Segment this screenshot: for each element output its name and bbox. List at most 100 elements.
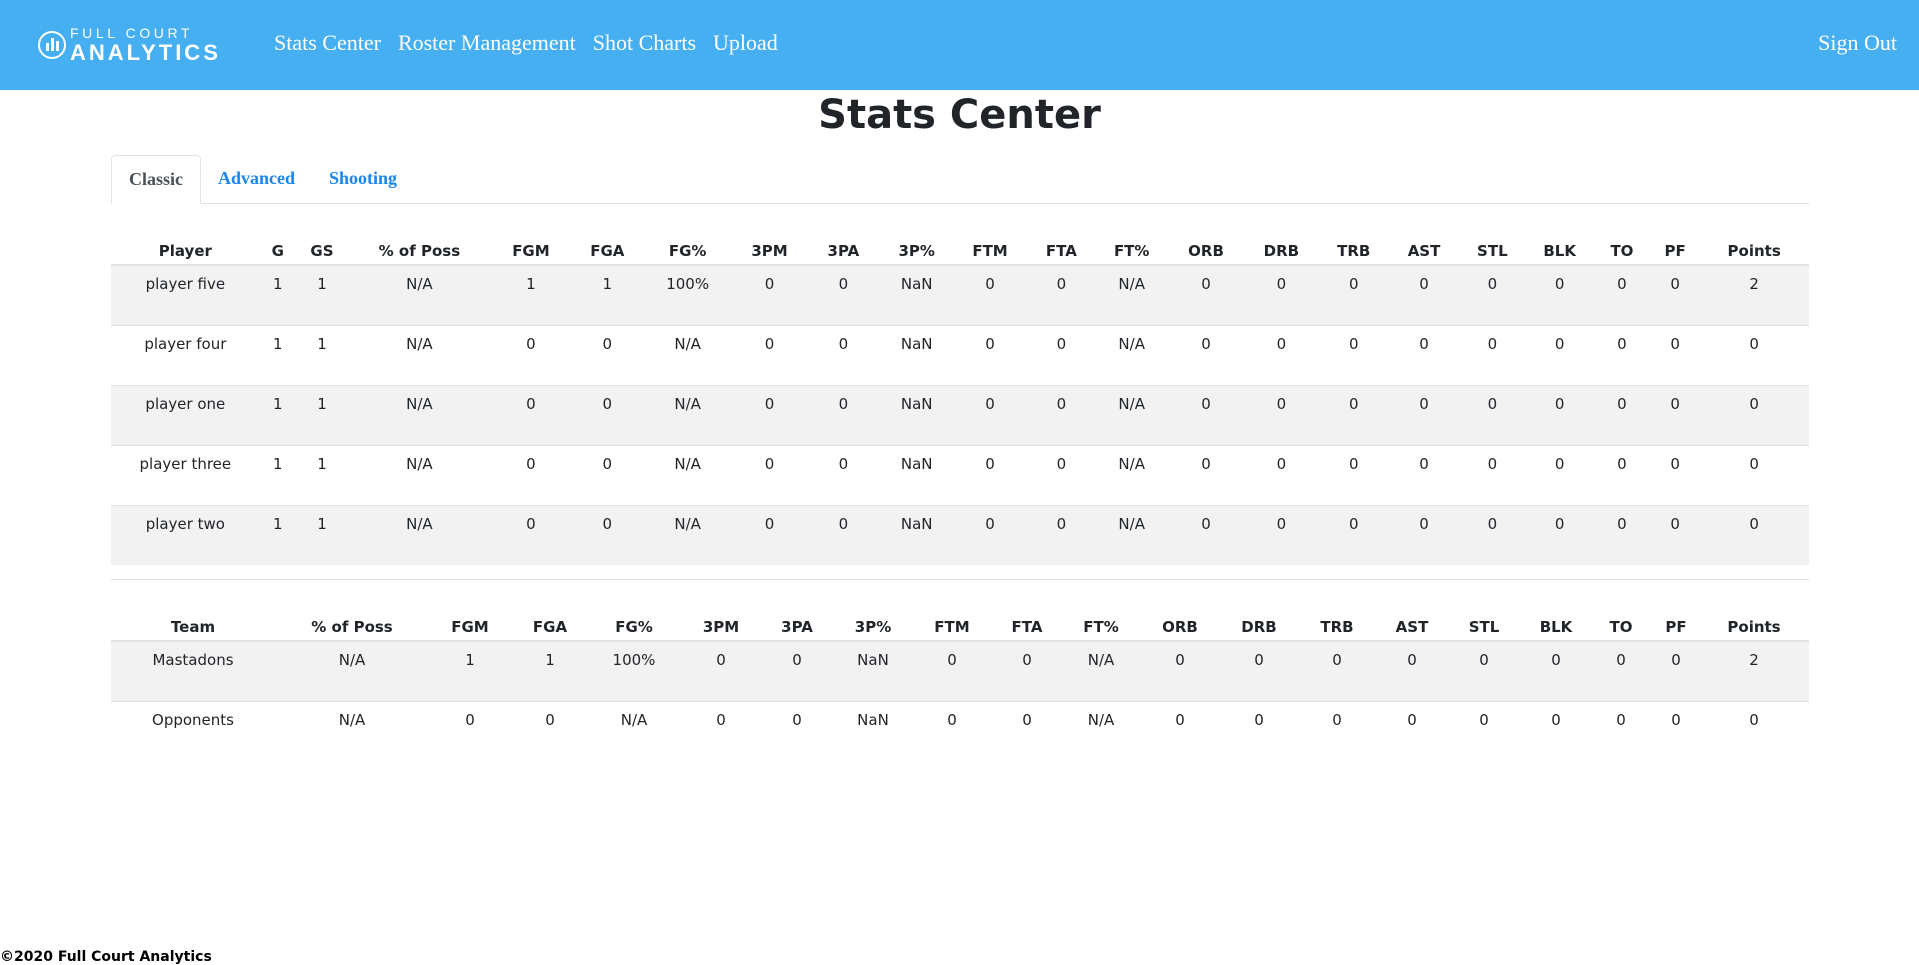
header-fga: FGA <box>511 606 589 642</box>
cell-pf: 0 <box>1671 651 1681 669</box>
header-team: Team <box>111 606 275 642</box>
header-fta: FTA <box>1026 230 1097 266</box>
header-fta: FTA <box>989 606 1065 642</box>
header-points: Points <box>1699 606 1809 642</box>
cell-fgpct: 100% <box>612 651 656 669</box>
cell-fgpct: N/A <box>643 384 732 445</box>
cell-3pa: 0 <box>807 324 880 385</box>
team-row: Mastadons N/A 1 1 100% 0 0 NaN 0 0 N/A 0 0 0 0 0 0 0 0 2 <box>111 641 1809 701</box>
cell-3ppct: NaN <box>900 275 933 293</box>
cell-drb: 0 <box>1254 651 1264 669</box>
cell-to: 0 <box>1592 444 1652 505</box>
cell-drb: 0 <box>1245 504 1318 565</box>
cell-fga: 1 <box>545 651 555 669</box>
cell-gs: 1 <box>295 324 349 385</box>
cell-to: 0 <box>1616 651 1626 669</box>
cell-fga: 0 <box>571 504 644 565</box>
tab-advanced[interactable]: Advanced <box>201 155 312 203</box>
cell-fgm: 0 <box>490 324 572 385</box>
cell-pf: 0 <box>1670 275 1680 293</box>
cell-fta: 0 <box>1026 324 1097 385</box>
header-fgm: FGM <box>490 230 572 266</box>
cell-3ppct: NaN <box>879 384 954 445</box>
cell-trb: 0 <box>1295 700 1379 761</box>
cell-drb: 0 <box>1245 444 1318 505</box>
cell-3pa: 0 <box>792 651 802 669</box>
cell-stl: 0 <box>1458 324 1527 385</box>
cell-blk: 0 <box>1526 324 1593 385</box>
nav-links: Stats Center Roster Management Shot Char… <box>274 30 795 56</box>
cell-orb: 0 <box>1166 324 1246 385</box>
cell-blk: 0 <box>1526 504 1593 565</box>
cell-fga: 0 <box>571 444 644 505</box>
cell-to: 0 <box>1589 700 1653 761</box>
cell-team: Opponents <box>111 700 275 761</box>
player-row: player two 1 1 N/A 0 0 N/A 0 0 NaN 0 0 N/A 0 0 0 0 0 0 0 0 0 <box>111 504 1809 565</box>
cell-ftpct: N/A <box>1065 700 1137 761</box>
header-stl: STL <box>1458 230 1527 266</box>
cell-orb: 0 <box>1166 504 1246 565</box>
brand-line2: ANALYTICS <box>70 40 221 65</box>
cell-fgpct: N/A <box>643 504 732 565</box>
cell-3pm: 0 <box>731 504 808 565</box>
cell-ftm: 0 <box>915 700 989 761</box>
cell-drb: 0 <box>1245 324 1318 385</box>
cell-orb: 0 <box>1166 444 1246 505</box>
header-fga: FGA <box>571 230 644 266</box>
nav-link-roster-management[interactable]: Roster Management <box>398 30 576 56</box>
cell-fga: 0 <box>571 384 644 445</box>
header-player: Player <box>111 230 260 266</box>
cell-ast: 0 <box>1389 384 1459 445</box>
cell-ast: 0 <box>1389 324 1459 385</box>
header-trb: TRB <box>1317 230 1390 266</box>
cell-3pm: 0 <box>764 275 775 293</box>
cell-ftm: 0 <box>953 324 1027 385</box>
cell-to: 0 <box>1592 384 1652 445</box>
cell-trb: 0 <box>1348 275 1359 293</box>
cell-trb: 0 <box>1317 384 1390 445</box>
player-stats-table: Player G GS% of Poss FGM FGA FG% 3PM 3PA 3P% FTM F… <box>111 230 1809 565</box>
cell-ftm: 0 <box>947 651 957 669</box>
cell-g: 1 <box>259 324 296 385</box>
cell-gs: 1 <box>295 444 349 505</box>
nav-link-stats-center[interactable]: Stats Center <box>274 30 381 56</box>
cell-3pm: 0 <box>731 324 808 385</box>
cell-ast: 0 <box>1419 275 1429 293</box>
cell-ast: 0 <box>1379 700 1445 761</box>
cell-trb: 0 <box>1332 651 1342 669</box>
cell-fgpct: 100% <box>666 275 710 293</box>
cell-fgm: 0 <box>429 700 511 761</box>
cell-ftpct: N/A <box>1096 504 1167 565</box>
cell-orb: 0 <box>1137 700 1223 761</box>
cell-pf: 0 <box>1651 384 1700 445</box>
cell-gs: 1 <box>295 384 349 445</box>
nav-link-shot-charts[interactable]: Shot Charts <box>593 30 696 56</box>
cell-fta: 0 <box>1026 444 1097 505</box>
cell-player: player five <box>145 275 226 293</box>
cell-3pa: 0 <box>763 700 831 761</box>
header-ftpct: FT% <box>1065 606 1137 642</box>
section-divider <box>111 579 1809 580</box>
brand-line1: FULL COURT <box>70 25 194 41</box>
cell-pf: 0 <box>1651 324 1700 385</box>
sign-out-link[interactable]: Sign Out <box>1818 30 1897 56</box>
header-drb: DRB <box>1223 606 1295 642</box>
cell-pf: 0 <box>1653 700 1699 761</box>
cell-ftm: 0 <box>953 504 1027 565</box>
player-row: player three 1 1 N/A 0 0 N/A 0 0 NaN 0 0 N/A 0 0 0 0 0 0 0 0… <box>111 444 1809 505</box>
nav-link-upload[interactable]: Upload <box>713 30 778 56</box>
header-to: TO <box>1592 230 1652 266</box>
cell-ast: 0 <box>1389 504 1459 565</box>
header-pf: PF <box>1653 606 1699 642</box>
tab-classic[interactable]: Classic <box>111 155 201 204</box>
cell-g: 1 <box>259 504 296 565</box>
cell-pct-of-poss: N/A <box>338 651 366 669</box>
header-3pm: 3PM <box>679 606 763 642</box>
brand-logo[interactable]: FULL COURT ANALYTICS <box>38 26 221 64</box>
cell-points: 2 <box>1749 651 1759 669</box>
cell-gs: 1 <box>295 504 349 565</box>
stats-tabs: Classic Advanced Shooting <box>111 155 1809 204</box>
tab-shooting[interactable]: Shooting <box>312 155 414 203</box>
cell-fgpct: N/A <box>643 444 732 505</box>
cell-drb: 0 <box>1276 275 1287 293</box>
